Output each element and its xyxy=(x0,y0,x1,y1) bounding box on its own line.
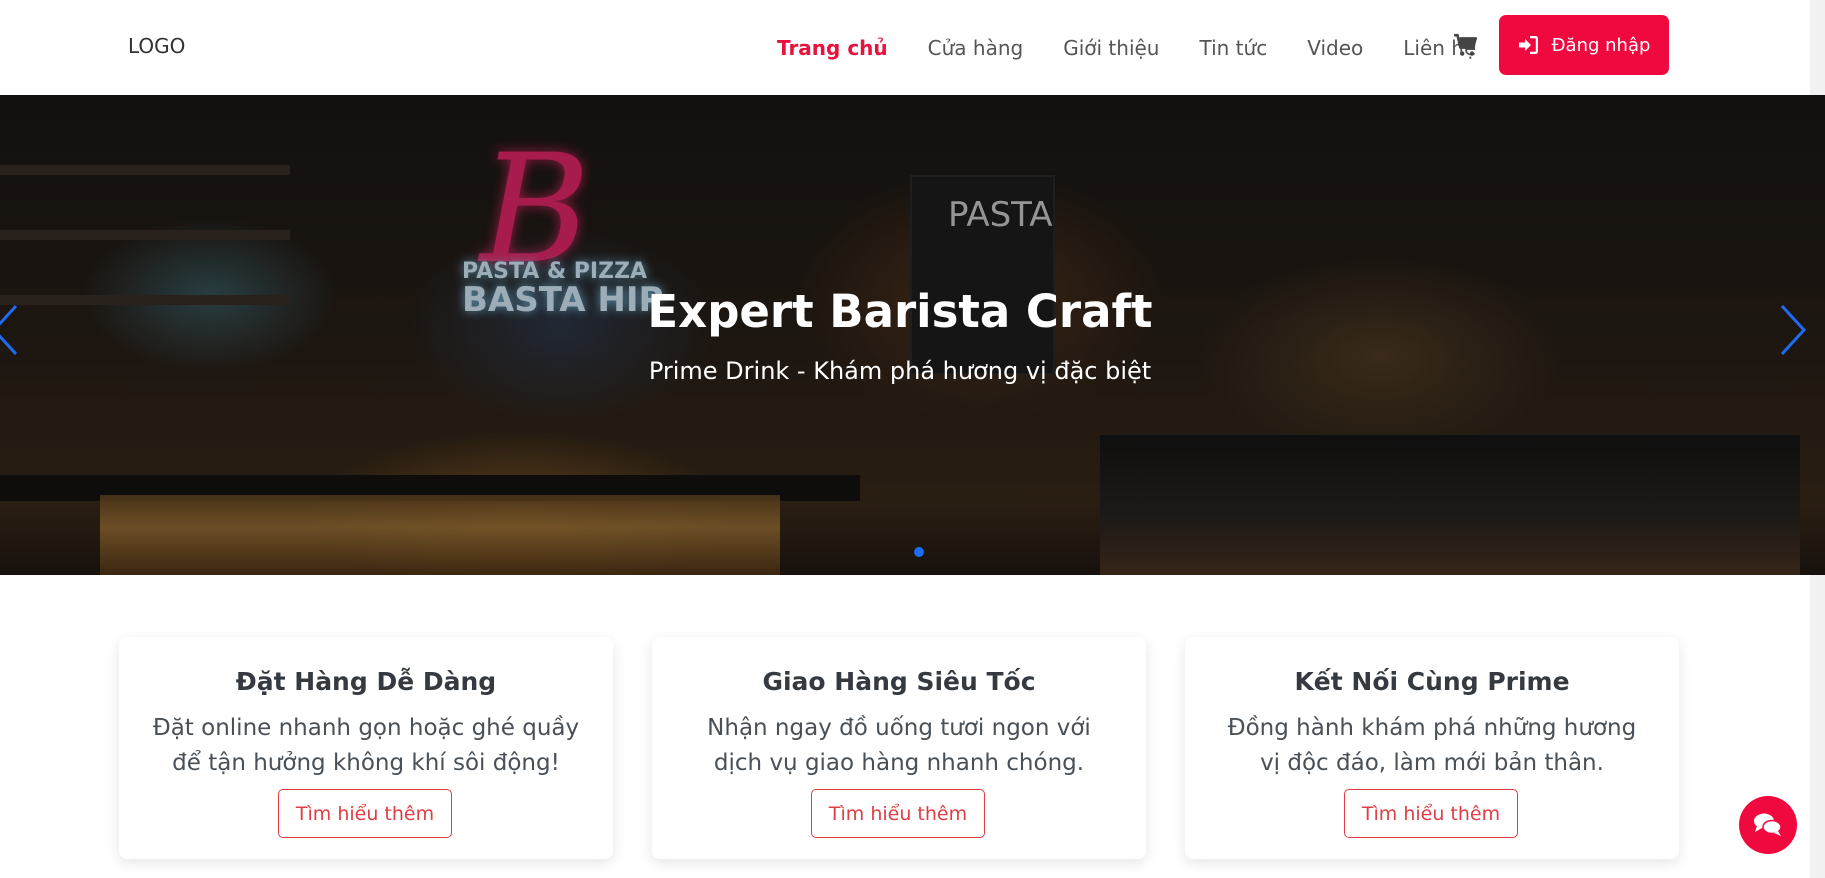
hero-title: Expert Barista Craft xyxy=(647,285,1153,338)
feature-card-title: Kết Nối Cùng Prime xyxy=(1294,667,1570,696)
learn-more-button[interactable]: Tìm hiểu thêm xyxy=(811,789,985,838)
feature-card-connect: Kết Nối Cùng Prime Đồng hành khám phá nh… xyxy=(1185,637,1679,859)
carousel-indicator-dot[interactable] xyxy=(914,547,924,557)
logo[interactable]: LOGO xyxy=(128,34,185,58)
chevron-right-icon xyxy=(1780,304,1807,356)
sign-in-icon xyxy=(1518,36,1538,54)
site-header: LOGO Trang chủ Cửa hàng Giới thiệu Tin t… xyxy=(0,0,1825,95)
chat-button[interactable] xyxy=(1739,796,1797,854)
hero-carousel: B PASTA & PIZZA BASTA HIP PASTA Expert B… xyxy=(0,95,1825,575)
main-nav: Trang chủ Cửa hàng Giới thiệu Tin tức Vi… xyxy=(777,0,1516,95)
feature-card-title: Đặt Hàng Dễ Dàng xyxy=(235,667,497,696)
cart-icon[interactable] xyxy=(1453,33,1479,59)
login-button-label: Đăng nhập xyxy=(1551,34,1651,56)
nav-item-about[interactable]: Giới thiệu xyxy=(1063,36,1159,60)
nav-item-home[interactable]: Trang chủ xyxy=(777,36,888,60)
login-button[interactable]: Đăng nhập xyxy=(1499,15,1669,75)
carousel-prev-button[interactable] xyxy=(0,300,26,360)
feature-card-text: Nhận ngay đồ uống tươi ngon với dịch vụ … xyxy=(707,715,1091,776)
nav-item-news[interactable]: Tin tức xyxy=(1199,36,1267,60)
learn-more-button[interactable]: Tìm hiểu thêm xyxy=(278,789,452,838)
carousel-next-button[interactable] xyxy=(1772,300,1812,360)
learn-more-button[interactable]: Tìm hiểu thêm xyxy=(1344,789,1518,838)
feature-card-title: Giao Hàng Siêu Tốc xyxy=(762,667,1036,696)
nav-item-video[interactable]: Video xyxy=(1307,36,1363,60)
chevron-left-icon xyxy=(0,304,18,356)
feature-card-text: Đồng hành khám phá những hương vị độc đá… xyxy=(1227,715,1637,776)
feature-card-order: Đặt Hàng Dễ Dàng Đặt online nhanh gọn ho… xyxy=(119,637,613,859)
nav-item-shop[interactable]: Cửa hàng xyxy=(928,36,1024,60)
feature-card-delivery: Giao Hàng Siêu Tốc Nhận ngay đồ uống tươ… xyxy=(652,637,1146,859)
chat-icon xyxy=(1754,813,1782,836)
feature-card-text: Đặt online nhanh gọn hoặc ghé quầy để tậ… xyxy=(152,715,580,776)
hero-subtitle: Prime Drink - Khám phá hương vị đặc biệt xyxy=(648,357,1152,385)
